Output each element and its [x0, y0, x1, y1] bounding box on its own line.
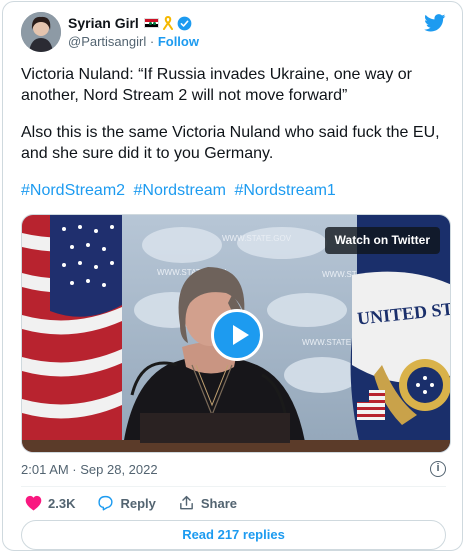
handle[interactable]: @Partisangirl: [68, 34, 146, 49]
like-button[interactable]: 2.3K: [25, 495, 75, 511]
play-button[interactable]: [211, 309, 263, 361]
verified-badge-icon: [177, 16, 192, 30]
divider: [21, 486, 446, 487]
share-label: Share: [200, 495, 238, 511]
reply-label: Reply: [120, 495, 156, 511]
heart-icon: [25, 495, 42, 511]
reply-button[interactable]: Reply: [97, 495, 156, 511]
backdrop-text: WWW.STATE.GOV: [222, 234, 292, 243]
read-replies-button[interactable]: Read 217 replies: [21, 520, 446, 550]
separator-dot: ·: [149, 34, 158, 49]
display-name[interactable]: Syrian Girl: [68, 15, 139, 31]
share-button[interactable]: Share: [178, 495, 237, 511]
info-icon[interactable]: i: [430, 461, 446, 477]
hashtags: #NordStream2 #Nordstream #Nordstream1: [21, 182, 340, 200]
play-icon: [233, 325, 249, 345]
share-icon: [180, 495, 193, 510]
follow-button[interactable]: Follow: [158, 34, 199, 49]
syria-flag-icon: [143, 18, 159, 28]
hashtag-link[interactable]: #NordStream2: [21, 182, 125, 199]
video-media[interactable]: WWW.STATE.GOV WWW.STATE.GOV WWW.STATE.GO…: [21, 214, 451, 453]
yellow-ribbon-icon: [162, 16, 173, 30]
tweet-header: Syrian Girl @Partisangirl · Follow: [21, 12, 446, 56]
hashtag-link[interactable]: #Nordstream: [134, 182, 226, 199]
like-count: 2.3K: [48, 495, 76, 511]
hashtag-link[interactable]: #Nordstream1: [234, 182, 335, 199]
tweet-text-paragraph-1: Victoria Nuland: “If Russia invades Ukra…: [21, 66, 412, 104]
reply-icon: [98, 495, 114, 511]
handle-row: @Partisangirl · Follow: [68, 34, 199, 49]
twitter-bird-icon[interactable]: [424, 14, 446, 32]
avatar[interactable]: [21, 12, 61, 52]
american-flag: [22, 215, 122, 452]
tweet-card: Syrian Girl @Partisangirl · Follow Victo…: [2, 1, 463, 551]
timestamp[interactable]: 2:01 AM · Sep 28, 2022: [21, 462, 158, 477]
action-bar: 2.3K Reply Share: [25, 495, 259, 511]
watch-on-twitter-button[interactable]: Watch on Twitter: [324, 227, 440, 254]
name-row: Syrian Girl: [68, 15, 192, 31]
tweet-text-paragraph-2: Also this is the same Victoria Nuland wh…: [21, 124, 440, 162]
